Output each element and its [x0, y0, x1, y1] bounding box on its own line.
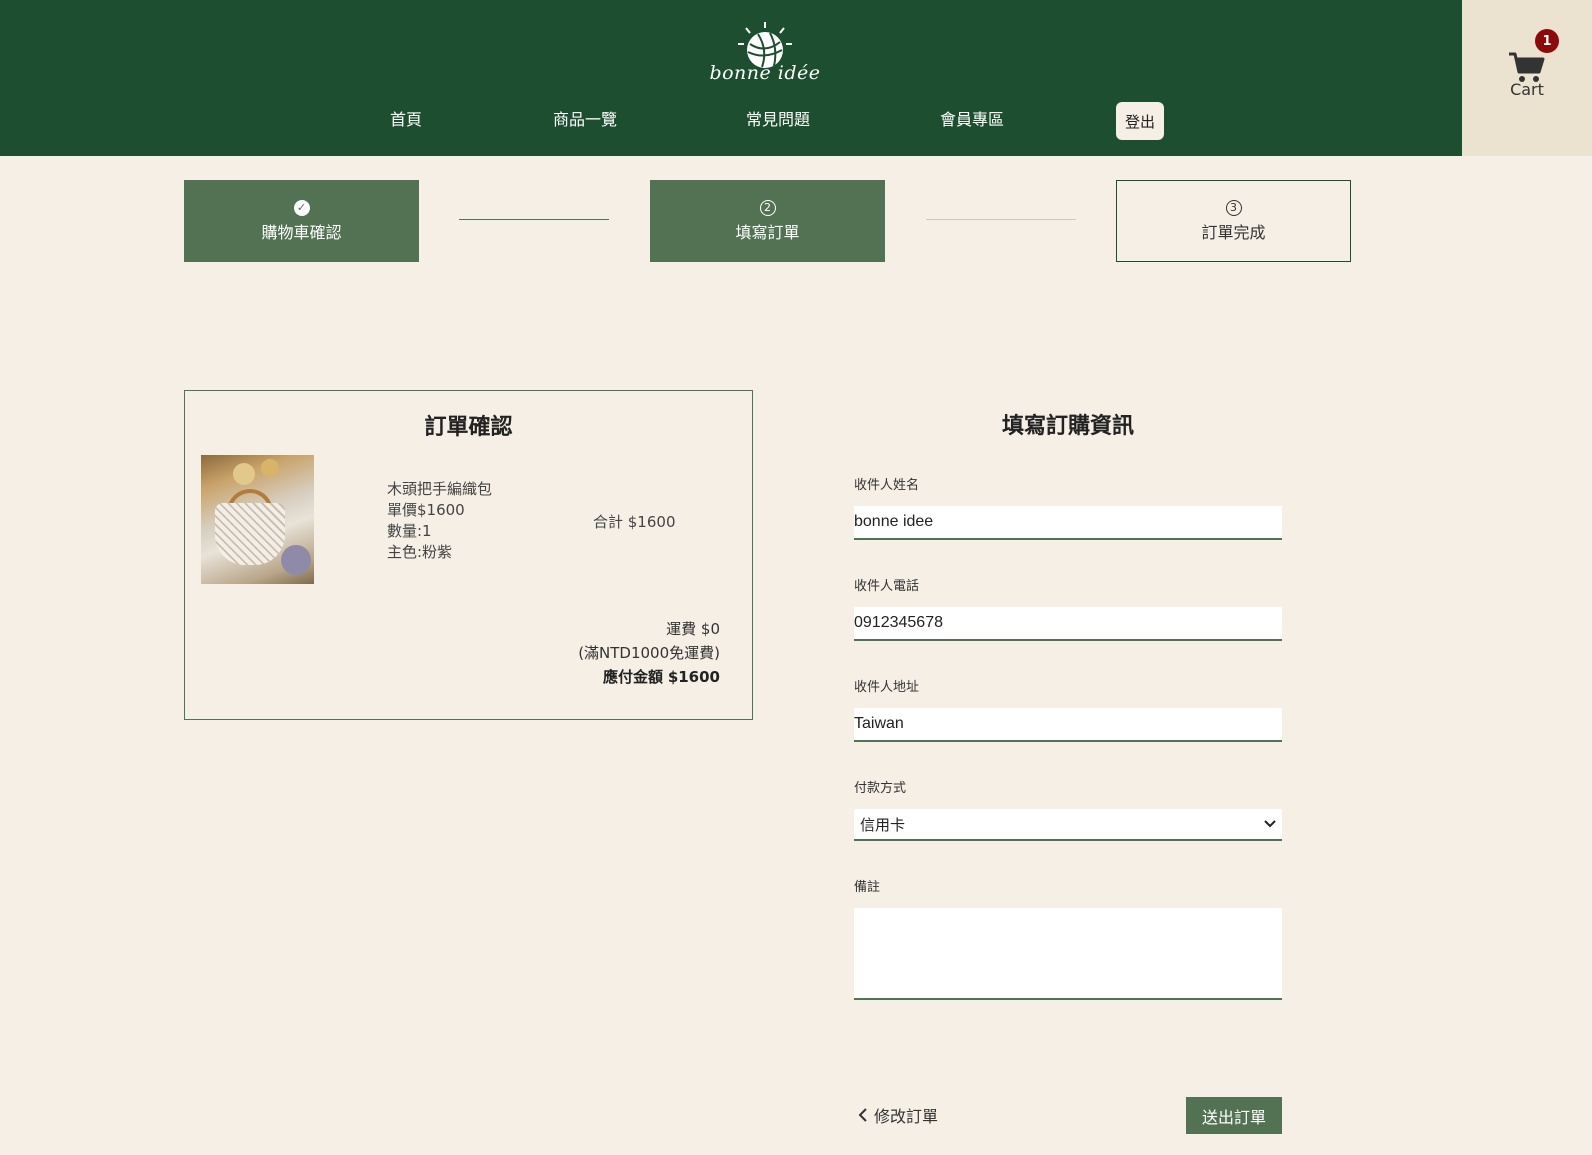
product-quantity: 數量:1: [387, 522, 432, 540]
nav-products[interactable]: 商品一覽: [553, 106, 617, 130]
recipient-address-input[interactable]: Taiwan: [854, 708, 1282, 742]
product-name: 木頭把手編織包: [387, 480, 493, 498]
product-price: 單價$1600: [387, 501, 465, 519]
edit-order-label: 修改訂單: [874, 1107, 939, 1126]
subtotal: 合計 $1600: [593, 513, 676, 531]
order-summary-panel: 訂單確認 木頭把手編織包 單價$1600 數量:1 主色:粉紫 合計 $1600…: [184, 390, 753, 720]
cart-button[interactable]: Cart 1: [1462, 0, 1592, 156]
brand-logo[interactable]: bonne idée: [698, 20, 832, 90]
shipping-fee: 運費 $0: [666, 620, 720, 638]
payment-method-label: 付款方式: [854, 781, 907, 796]
payment-method-value: 信用卡: [860, 815, 906, 834]
step-connector: [459, 219, 609, 220]
total-value: $1600: [667, 668, 720, 686]
total-amount: 應付金額 $1600: [578, 665, 720, 689]
site-header: bonne idée 首頁 商品一覽 常見問題 會員專區 登出: [0, 0, 1462, 156]
number-circle-icon: 3: [1225, 199, 1242, 216]
step-label: 訂單完成: [1201, 222, 1266, 242]
shipping-note: (滿NTD1000免運費): [578, 644, 720, 662]
payment-method-select[interactable]: 信用卡: [854, 809, 1282, 841]
edit-order-link[interactable]: 修改訂單: [858, 1103, 938, 1127]
product-color: 主色:粉紫: [387, 543, 453, 561]
recipient-phone-input[interactable]: 0912345678: [854, 607, 1282, 641]
recipient-phone-label: 收件人電話: [854, 579, 920, 594]
step-label: 填寫訂單: [735, 222, 800, 242]
product-info: 木頭把手編織包 單價$1600 數量:1 主色:粉紫: [387, 479, 492, 563]
shipping-summary: 運費 $0 (滿NTD1000免運費) 應付金額 $1600: [578, 617, 720, 689]
step-cart-confirm: ✓ 購物車確認: [184, 180, 419, 262]
step-fill-order: 2 填寫訂單: [650, 180, 885, 262]
cart-label: Cart: [1510, 80, 1544, 99]
recipient-name-input[interactable]: bonne idee: [854, 506, 1282, 540]
step-label: 購物車確認: [261, 222, 342, 242]
note-textarea[interactable]: [854, 908, 1282, 1000]
product-image: [201, 455, 314, 584]
recipient-address-label: 收件人地址: [854, 680, 920, 695]
check-circle-icon: ✓: [293, 199, 310, 216]
nav-faq[interactable]: 常見問題: [746, 106, 810, 130]
chevron-left-icon: [858, 1108, 867, 1122]
recipient-name-label: 收件人姓名: [854, 478, 920, 493]
form-title: 填寫訂購資訊: [1001, 414, 1134, 439]
summary-title: 訂單確認: [424, 415, 513, 440]
nav-home[interactable]: 首頁: [390, 106, 422, 130]
brand-name: bonne idée: [709, 62, 821, 84]
cart-count-badge: 1: [1535, 29, 1559, 53]
step-connector: [926, 219, 1076, 220]
total-label: 應付金額: [603, 668, 664, 686]
submit-order-button[interactable]: 送出訂單: [1186, 1097, 1282, 1134]
note-label: 備註: [854, 880, 881, 895]
step-order-complete: 3 訂單完成: [1116, 180, 1351, 262]
logout-button[interactable]: 登出: [1116, 102, 1164, 140]
chevron-down-icon: [1264, 820, 1276, 828]
nav-member[interactable]: 會員專區: [940, 106, 1004, 130]
number-circle-icon: 2: [759, 199, 776, 216]
